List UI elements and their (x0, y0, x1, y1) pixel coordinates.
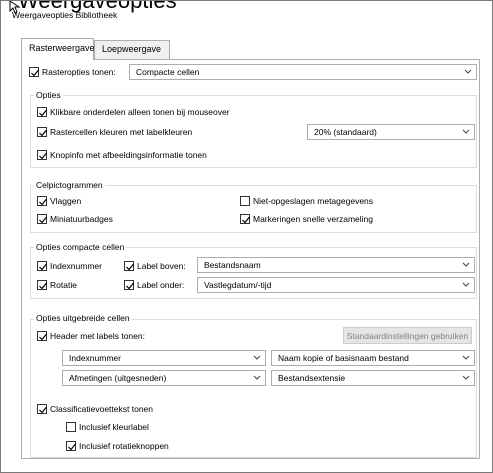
field-select-4[interactable]: Bestandsextensie (271, 370, 475, 386)
field-value-1: Indexnummer (69, 353, 121, 363)
celpictogrammen-group-title: Celpictogrammen (34, 180, 105, 190)
chevron-down-icon (462, 282, 470, 287)
field-value-2: Naam kopie of basisnaam bestand (278, 353, 409, 363)
label-bottom-label: Label onder: (137, 280, 185, 290)
quick-collection-checkbox[interactable] (240, 214, 250, 224)
footer-text-label: Classificatievoettekst tonen (50, 404, 153, 414)
opties-group-title: Opties (34, 90, 63, 100)
vlaggen-checkbox[interactable] (37, 196, 47, 206)
rotate-buttons-checkbox[interactable] (66, 441, 76, 451)
field-select-1[interactable]: Indexnummer (62, 350, 266, 366)
label-bottom-checkbox[interactable] (124, 280, 134, 290)
raster-options-label: Rasteropties tonen: (42, 67, 116, 77)
header-labels-checkbox[interactable] (37, 331, 47, 341)
extended-group-title: Opties uitgebreide cellen (34, 313, 132, 323)
rotation-label: Rotatie (50, 280, 77, 290)
unsaved-metadata-label: Niet-opgeslagen metagegevens (253, 196, 374, 206)
label-bottom-value: Vastlegdatum/-tijd (204, 280, 272, 290)
labelcolor-checkbox[interactable] (37, 127, 47, 137)
field-select-3[interactable]: Afmetingen (uitgesneden) (62, 370, 266, 386)
rotate-buttons-label: Inclusief rotatieknoppen (79, 441, 169, 451)
labelcolor-label: Rastercellen kleuren met labelkleuren (50, 127, 193, 137)
compact-group-title: Opties compacte cellen (34, 242, 127, 252)
badges-label: Miniatuurbadges (50, 214, 113, 224)
field-value-3: Afmetingen (uitgesneden) (69, 373, 167, 383)
field-select-2[interactable]: Naam kopie of basisnaam bestand (271, 350, 475, 366)
window-title: Weergaveopties Bibliotheek (12, 10, 118, 20)
raster-options-select[interactable]: Compacte cellen (129, 64, 477, 80)
chevron-down-icon (462, 129, 470, 134)
badges-checkbox[interactable] (37, 214, 47, 224)
mouseover-label: Klikbare onderdelen alleen tonen bij mou… (50, 107, 230, 117)
quick-collection-label: Markeringen snelle verzameling (253, 214, 374, 224)
chevron-down-icon (462, 375, 470, 380)
mouseover-checkbox[interactable] (37, 107, 47, 117)
color-label-label: Inclusief kleurlabel (79, 422, 149, 432)
header-labels-label: Header met labels tonen: (50, 331, 145, 341)
chevron-down-icon (464, 69, 472, 74)
footer-text-checkbox[interactable] (37, 404, 47, 414)
label-top-checkbox[interactable] (124, 261, 134, 271)
field-value-4: Bestandsextensie (278, 373, 346, 383)
label-top-value: Bestandsnaam (204, 260, 261, 270)
chevron-down-icon (253, 355, 261, 360)
color-label-checkbox[interactable] (66, 422, 76, 432)
label-top-label: Label boven: (137, 261, 186, 271)
tint-value: 20% (standaard) (314, 127, 377, 137)
unsaved-metadata-checkbox[interactable] (240, 196, 250, 206)
rotation-checkbox[interactable] (37, 280, 47, 290)
tooltip-checkbox[interactable] (37, 150, 47, 160)
tint-select[interactable]: 20% (standaard) (307, 124, 475, 140)
chevron-down-icon (253, 375, 261, 380)
label-top-select[interactable]: Bestandsnaam (197, 257, 475, 273)
vlaggen-label: Vlaggen (50, 196, 82, 206)
label-bottom-select[interactable]: Vastlegdatum/-tijd (197, 277, 475, 293)
raster-options-value: Compacte cellen (136, 67, 200, 77)
chevron-down-icon (462, 355, 470, 360)
tooltip-label: Knopinfo met afbeeldingsinformatie tonen (50, 150, 207, 160)
tab-rasterweergave[interactable]: Rasterweergave (21, 38, 95, 60)
tab-loepweergave[interactable]: Loepweergave (94, 40, 170, 59)
indexnumber-checkbox[interactable] (37, 261, 47, 271)
indexnumber-label: Indexnummer (50, 261, 102, 271)
use-defaults-button[interactable]: Standaardinstellingen gebruiken (343, 327, 472, 344)
raster-options-checkbox[interactable] (29, 67, 39, 77)
celpictogrammen-group (30, 185, 477, 233)
chevron-down-icon (462, 262, 470, 267)
